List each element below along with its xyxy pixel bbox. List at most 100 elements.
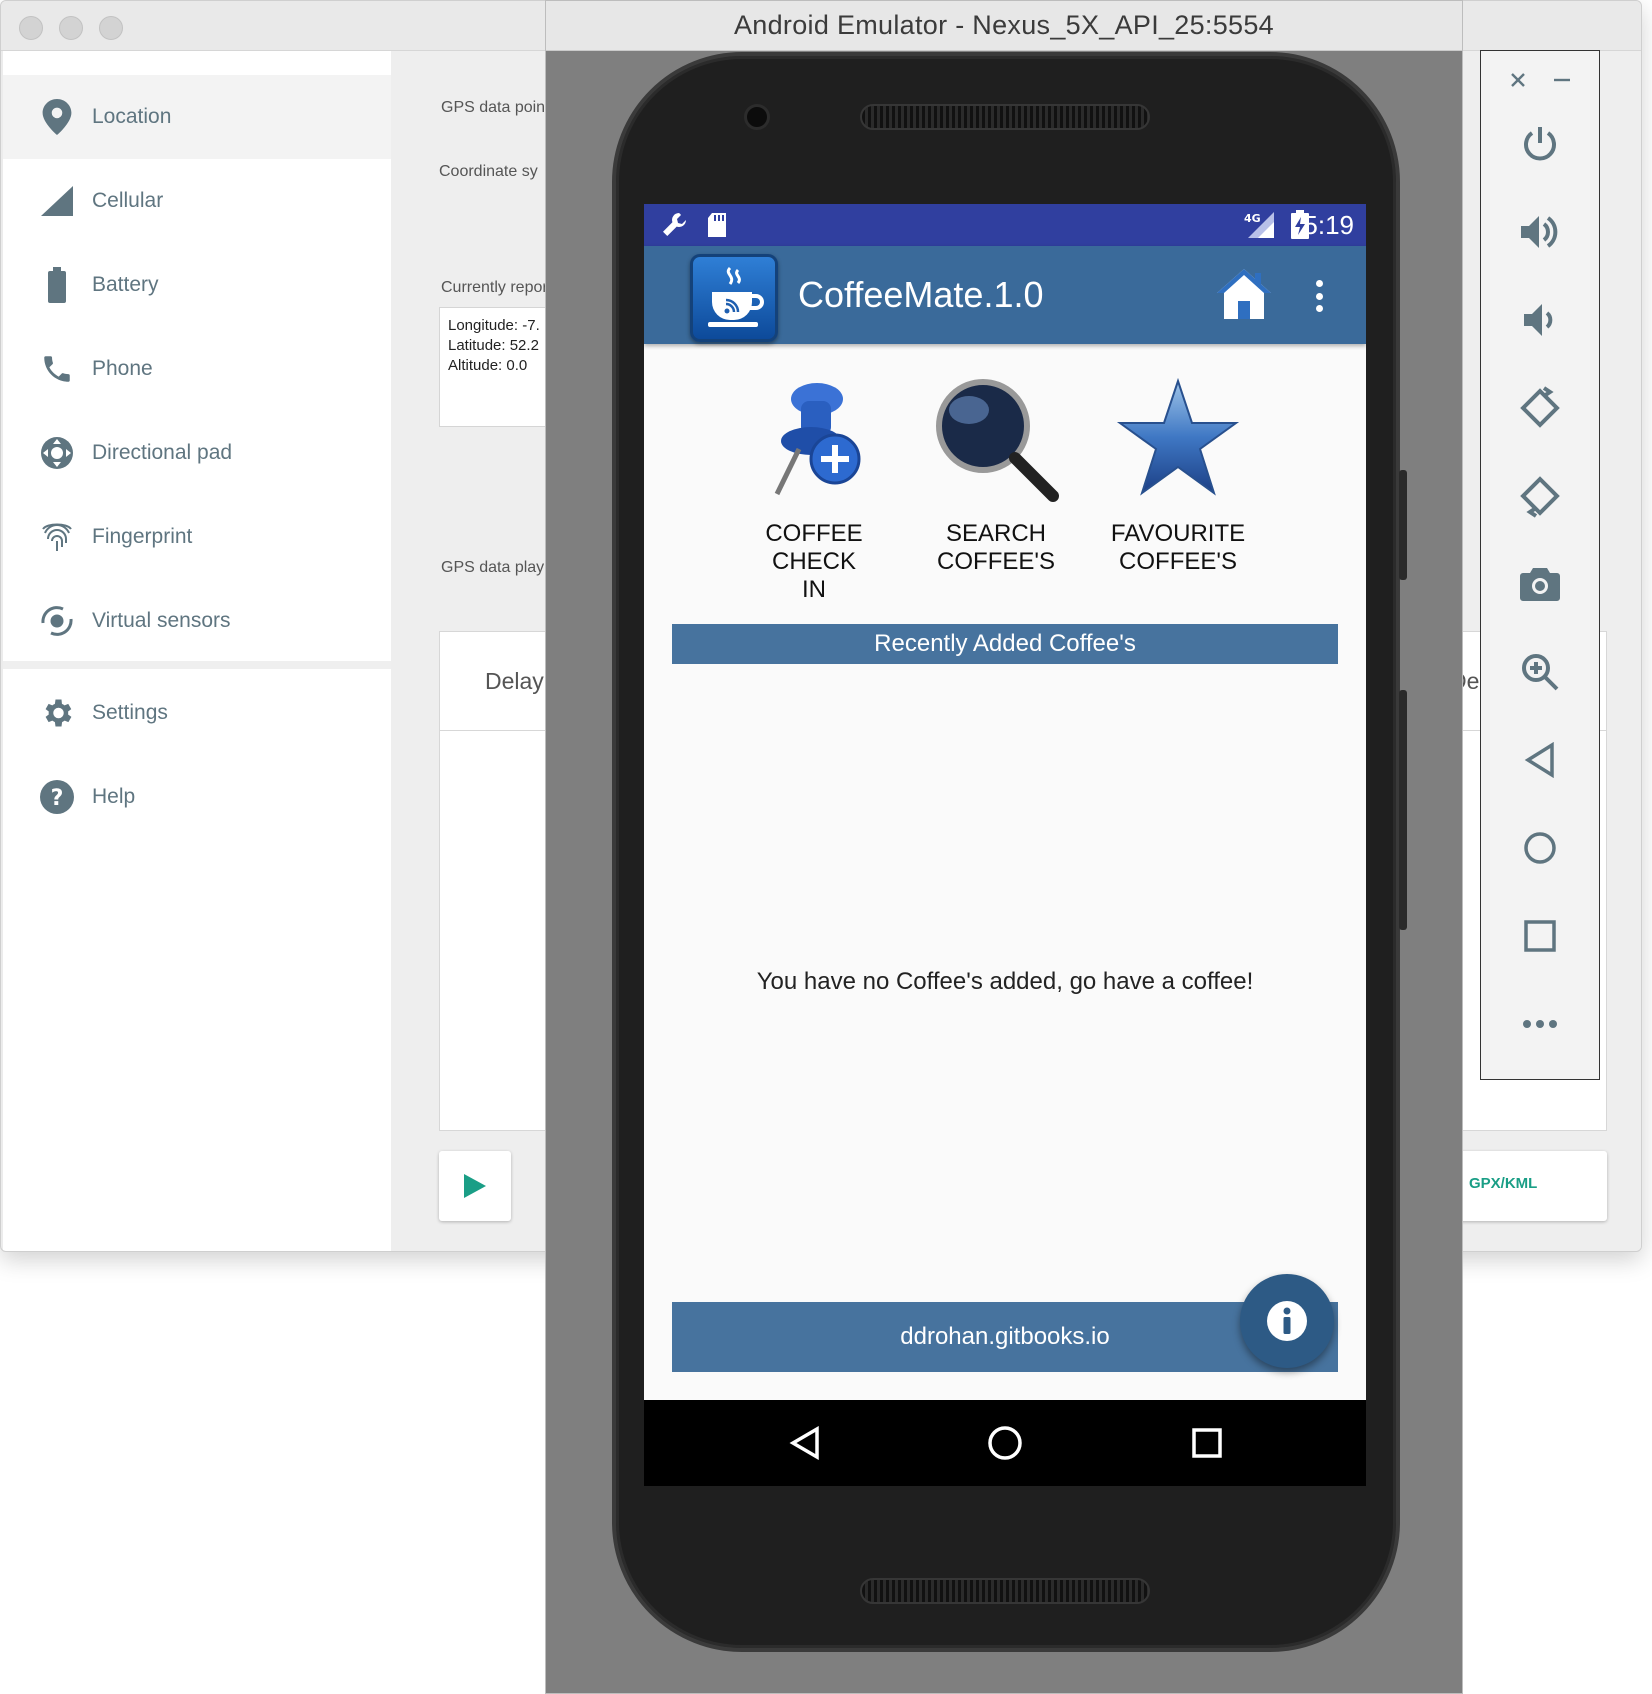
gps-data-point-label: GPS data point — [441, 99, 550, 116]
overflow-menu-button[interactable] — [1304, 272, 1334, 320]
sidebar-item-label: Phone — [92, 357, 153, 380]
tile-label: SEARCH COFFEE'S — [937, 520, 1055, 575]
empty-list-message: You have no Coffee's added, go have a co… — [756, 968, 1254, 995]
nav-back-button[interactable] — [780, 1418, 830, 1468]
bottom-speaker — [860, 1578, 1150, 1604]
search-coffees-tile[interactable]: SEARCH COFFEE'S — [906, 374, 1086, 604]
volume-up-button[interactable] — [1481, 197, 1599, 267]
sd-card-icon — [706, 212, 728, 243]
back-button[interactable] — [1481, 725, 1599, 795]
zoom-icon — [1522, 654, 1559, 691]
more-icon — [1523, 1020, 1557, 1028]
front-camera — [744, 104, 770, 130]
favourite-coffees-tile[interactable]: FAVOURITE COFFEE'S — [1088, 374, 1268, 604]
overview-icon — [1524, 920, 1556, 952]
overflow-dot — [1315, 280, 1323, 287]
recently-added-label: Recently Added Coffee's — [874, 630, 1136, 657]
sidebar-item-phone[interactable]: Phone — [3, 327, 391, 411]
svg-text:?: ? — [51, 786, 64, 811]
phone-power-key[interactable] — [1399, 470, 1407, 580]
emulator-toolbar — [1480, 50, 1600, 1080]
fingerprint-icon — [37, 517, 77, 557]
info-icon — [1267, 1301, 1307, 1341]
sidebar-divider — [3, 661, 391, 669]
sidebar-item-battery[interactable]: Battery — [3, 243, 391, 327]
volume-down-button[interactable] — [1481, 285, 1599, 355]
nav-home-button[interactable] — [980, 1418, 1030, 1468]
android-navigation-bar — [644, 1400, 1366, 1486]
sidebar-item-cellular[interactable]: Cellular — [3, 159, 391, 243]
footer-link-bar[interactable]: ddrohan.gitbooks.io — [672, 1302, 1338, 1372]
play-button[interactable] — [439, 1151, 511, 1221]
sidebar-item-directional-pad[interactable]: Directional pad — [3, 411, 391, 495]
sidebar-item-label: Help — [92, 785, 136, 808]
overflow-dot — [1315, 305, 1323, 312]
star-icon — [1113, 374, 1243, 504]
coffee-check-in-tile[interactable]: COFFEE CHECK IN — [724, 374, 904, 604]
device-screen: 4G 5:19 CoffeeMate.1.0 COFFEE CHECK IN S… — [644, 204, 1366, 1486]
home-icon — [1524, 832, 1556, 864]
info-fab-button[interactable] — [1240, 1274, 1334, 1368]
extended-controls-sidebar: Location Cellular Battery Phone Directio… — [3, 51, 391, 1251]
zoom-button[interactable] — [1481, 637, 1599, 707]
svg-text:4G: 4G — [1244, 212, 1261, 225]
gps-playback-label: GPS data playb — [441, 559, 554, 576]
nav-home-icon — [988, 1426, 1022, 1460]
dpad-icon — [37, 433, 77, 473]
window-zoom-button[interactable] — [99, 16, 123, 40]
location-pin-icon — [37, 97, 77, 137]
sidebar-item-location[interactable]: Location — [3, 75, 391, 159]
rotate-left-button[interactable] — [1481, 373, 1599, 443]
android-status-bar: 4G 5:19 — [644, 204, 1366, 246]
rotate-left-icon — [1520, 386, 1560, 428]
volume-up-icon — [1521, 216, 1558, 248]
nav-recents-icon — [1192, 1428, 1222, 1458]
phone-volume-key[interactable] — [1399, 690, 1407, 930]
earpiece-speaker — [860, 104, 1150, 130]
sidebar-item-virtual-sensors[interactable]: Virtual sensors — [3, 579, 391, 663]
sidebar-item-label: Location — [92, 105, 172, 128]
load-gpx-kml-label: GPX/KML — [1469, 1175, 1538, 1192]
window-minimize-button[interactable] — [59, 16, 83, 40]
emulator-titlebar: Android Emulator - Nexus_5X_API_25:5554 — [546, 1, 1462, 51]
sidebar-item-label: Virtual sensors — [92, 609, 231, 632]
rotate-right-button[interactable] — [1481, 461, 1599, 531]
sidebar-item-label: Fingerprint — [92, 525, 193, 548]
table-header-delay[interactable]: Delay — [485, 668, 544, 695]
window-close-button[interactable] — [19, 16, 43, 40]
minimize-icon[interactable] — [1547, 65, 1577, 95]
sidebar-item-label: Settings — [92, 701, 168, 724]
footer-link-label: ddrohan.gitbooks.io — [900, 1323, 1110, 1350]
coordinate-system-label: Coordinate sy — [439, 163, 538, 180]
sidebar-item-label: Cellular — [92, 189, 164, 212]
rotate-right-icon — [1520, 476, 1560, 518]
sidebar-item-label: Battery — [92, 273, 159, 296]
help-icon: ? — [37, 777, 77, 817]
tile-label: FAVOURITE COFFEE'S — [1110, 520, 1246, 575]
sidebar-item-settings[interactable]: Settings — [3, 671, 391, 755]
cellular-signal-icon — [37, 181, 77, 221]
phone-icon — [37, 349, 77, 389]
cellular-4g-icon: 4G — [1242, 210, 1276, 245]
app-title: CoffeeMate.1.0 — [798, 274, 1044, 315]
close-icon[interactable] — [1503, 65, 1533, 95]
coffee-cup-logo-icon — [690, 254, 778, 342]
nav-recents-button[interactable] — [1182, 1418, 1232, 1468]
overflow-dot — [1315, 292, 1323, 300]
home-button[interactable] — [1481, 813, 1599, 883]
pushpin-add-icon — [749, 374, 879, 504]
power-icon — [1524, 127, 1556, 161]
play-icon — [464, 1174, 486, 1198]
battery-icon — [37, 265, 77, 305]
wrench-icon — [660, 210, 690, 245]
sidebar-item-fingerprint[interactable]: Fingerprint — [3, 495, 391, 579]
more-button[interactable] — [1481, 989, 1599, 1059]
overview-button[interactable] — [1481, 901, 1599, 971]
sidebar-item-help[interactable]: ? Help — [3, 755, 391, 839]
gear-icon — [37, 693, 77, 733]
home-action-button[interactable] — [1214, 266, 1274, 322]
house-icon — [1217, 269, 1271, 319]
power-button[interactable] — [1481, 109, 1599, 179]
back-icon — [1524, 742, 1554, 778]
screenshot-button[interactable] — [1481, 549, 1599, 619]
